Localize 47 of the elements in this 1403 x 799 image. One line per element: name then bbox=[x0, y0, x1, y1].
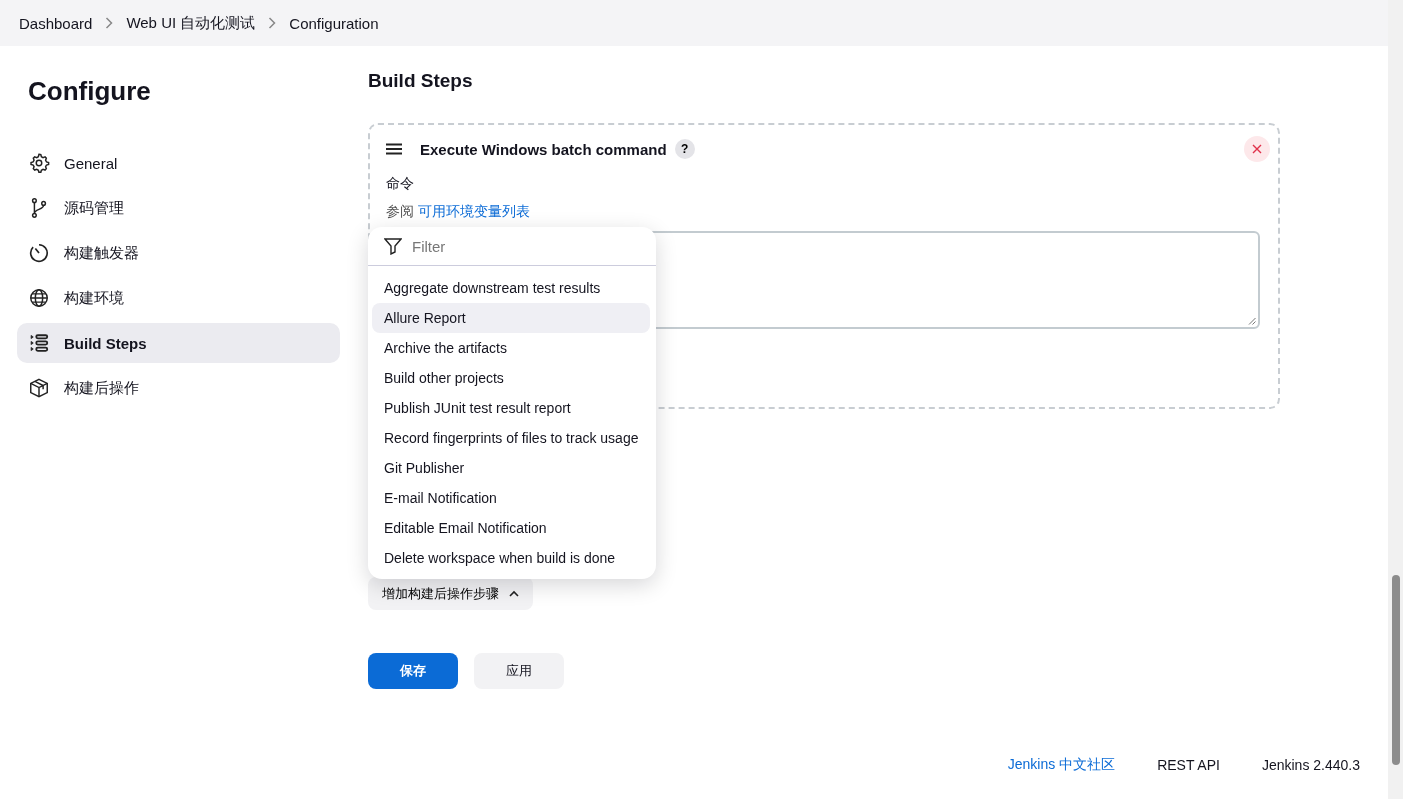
menu-item[interactable]: Git Publisher bbox=[372, 453, 650, 483]
breadcrumb-link[interactable]: Configuration bbox=[289, 14, 379, 32]
env-vars-link[interactable]: 可用环境变量列表 bbox=[417, 203, 530, 219]
breadcrumb-link[interactable]: Dashboard bbox=[19, 14, 93, 32]
menu-item[interactable]: Archive the artifacts bbox=[372, 333, 650, 363]
gear-icon bbox=[28, 152, 50, 174]
scrollbar[interactable] bbox=[1388, 0, 1403, 799]
chevron-icon bbox=[105, 17, 114, 29]
apply-button[interactable]: 应用 bbox=[474, 653, 564, 689]
menu-item[interactable]: E-mail Notification bbox=[372, 483, 650, 513]
save-button[interactable]: 保存 bbox=[368, 653, 458, 689]
menu-item[interactable]: Delete workspace when build is done bbox=[372, 543, 650, 573]
footer-link[interactable]: REST API bbox=[1157, 757, 1220, 773]
globe-icon bbox=[28, 287, 50, 309]
package-icon bbox=[28, 377, 50, 399]
sidebar-item[interactable]: 构建后操作 bbox=[17, 368, 340, 408]
filter-icon bbox=[384, 237, 402, 255]
caret-icon bbox=[509, 589, 519, 598]
sidebar-item[interactable]: 构建环境 bbox=[17, 278, 340, 318]
timer-icon bbox=[28, 242, 50, 264]
menu-item[interactable]: Build other projects bbox=[372, 363, 650, 393]
page-title: Configure bbox=[28, 76, 152, 107]
field-label: 命令 bbox=[386, 175, 415, 193]
resize-grip-icon[interactable] bbox=[1248, 317, 1256, 325]
filter-field[interactable]: Filter bbox=[410, 236, 634, 256]
list-icon bbox=[28, 332, 50, 354]
add-post-build-button[interactable]: 增加构建后操作步骤 bbox=[368, 577, 533, 610]
menu-item[interactable]: Aggregate downstream test results bbox=[372, 273, 650, 303]
delete-button[interactable] bbox=[1244, 136, 1270, 162]
sidebar-item[interactable]: 源码管理 bbox=[17, 188, 340, 228]
menu-item[interactable]: Allure Report bbox=[372, 303, 650, 333]
menu-item[interactable]: Editable Email Notification bbox=[372, 513, 650, 543]
footer-link[interactable]: Jenkins 2.440.3 bbox=[1261, 757, 1360, 773]
menu-item[interactable]: Publish JUnit test result report bbox=[372, 393, 650, 423]
section-heading: Build Steps bbox=[368, 70, 474, 92]
step-title: Execute Windows batch command bbox=[420, 140, 667, 158]
close-icon bbox=[1252, 144, 1262, 154]
sidebar-item[interactable]: Build Steps bbox=[17, 323, 340, 363]
breadcrumb-link[interactable]: Web UI 自动化测试 bbox=[126, 13, 256, 33]
sidebar-item[interactable]: General bbox=[17, 143, 340, 183]
footer-link[interactable]: Jenkins 中文社区 bbox=[1007, 756, 1116, 774]
drag-handle-icon[interactable] bbox=[386, 143, 402, 155]
help-text: 参阅 可用环境变量列表 bbox=[386, 203, 531, 221]
sidebar-item[interactable]: 构建触发器 bbox=[17, 233, 340, 273]
menu-item[interactable]: Record fingerprints of files to track usage bbox=[372, 423, 650, 453]
help-button[interactable]: ? bbox=[674, 139, 695, 159]
chevron-icon bbox=[268, 17, 277, 29]
